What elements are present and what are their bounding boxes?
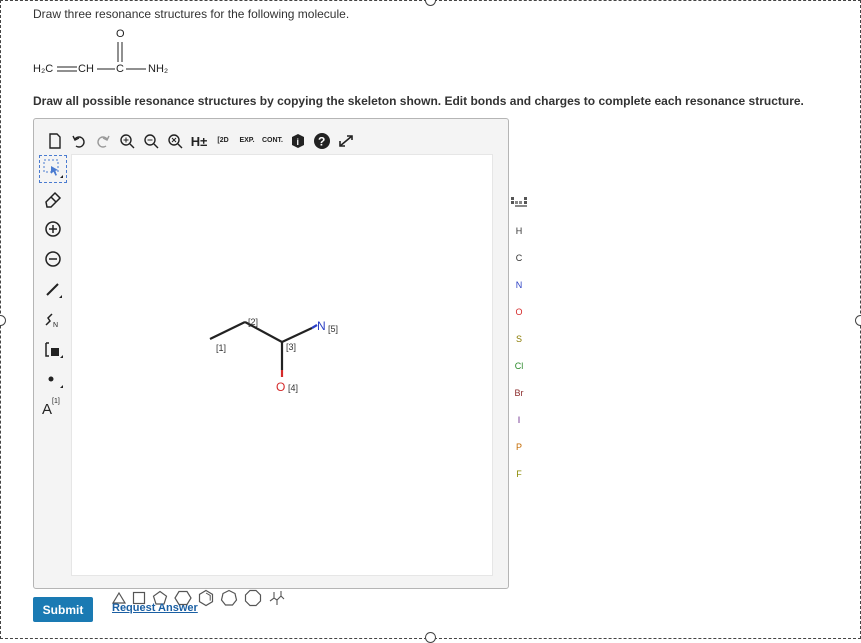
redo-icon[interactable]	[94, 130, 112, 152]
negative-charge-icon[interactable]	[40, 246, 66, 272]
svg-text:?: ?	[318, 135, 325, 149]
atom-button-br[interactable]: Br	[504, 380, 534, 407]
editor-toolbar: H± [2D EXP. CONT. i ?	[46, 129, 355, 153]
undo-icon[interactable]	[70, 130, 88, 152]
svg-text:i: i	[297, 137, 300, 147]
contract-label: CONT.	[262, 137, 283, 144]
select-tool-icon[interactable]	[39, 155, 67, 183]
cycloheptane-icon[interactable]	[220, 589, 238, 607]
nitrogen-atom[interactable]: N	[317, 319, 326, 333]
carbonyl-carbon: C	[116, 63, 124, 75]
oxygen-atom[interactable]: O	[276, 380, 285, 394]
contract-button[interactable]: CONT.	[262, 130, 283, 152]
svg-text:N: N	[53, 322, 58, 329]
chain-tool-icon[interactable]: N	[40, 306, 66, 332]
methylene-label: H₂C	[33, 63, 54, 75]
benzene-icon[interactable]	[198, 589, 214, 607]
expand-button[interactable]: EXP.	[238, 130, 256, 152]
positive-charge-icon[interactable]	[40, 216, 66, 242]
atom-button-cl[interactable]: Cl	[504, 353, 534, 380]
question-prompt: Draw three resonance structures for the …	[33, 7, 350, 21]
atom-button-f[interactable]: F	[504, 461, 534, 488]
submit-button[interactable]: Submit	[33, 597, 93, 622]
amine-label: NH₂	[148, 63, 169, 75]
chair-template-icon[interactable]	[268, 589, 286, 607]
bond-3-5-black[interactable]	[281, 327, 313, 343]
atom-index-3: [3]	[286, 342, 296, 352]
charge-tool-letter: A	[42, 401, 53, 418]
new-document-icon[interactable]	[46, 130, 64, 152]
atom-button-i[interactable]: I	[504, 407, 534, 434]
atom-button-p[interactable]: P	[504, 434, 534, 461]
structure-editor: H± [2D EXP. CONT. i ? N O [1] [2] [3] [4…	[33, 118, 527, 607]
atom-button-c[interactable]: C	[504, 245, 534, 272]
zoom-in-icon[interactable]	[118, 130, 136, 152]
eraser-icon[interactable]	[40, 186, 66, 212]
resize-handle-bottom[interactable]	[425, 632, 436, 643]
atom-button-h[interactable]: H	[504, 218, 534, 245]
skeleton-structure: N O [1] [2] [3] [4] [5]	[209, 317, 338, 394]
template-tool-icon[interactable]	[40, 336, 66, 362]
given-molecule: O H₂C CH C NH₂	[33, 28, 183, 84]
single-bond-icon[interactable]	[40, 276, 66, 302]
zoom-reset-icon[interactable]	[166, 130, 184, 152]
atom-charge-tool[interactable]: A [1]	[40, 396, 66, 422]
molecule-bonds	[57, 42, 146, 72]
clean-2d-button[interactable]: [2D	[214, 130, 232, 152]
resize-handle-right[interactable]	[855, 315, 861, 326]
drawing-canvas[interactable]: N O [1] [2] [3] [4] [5] H C N O S Cl Br I P F	[71, 154, 527, 607]
ch-label: CH	[77, 63, 95, 75]
info-icon[interactable]: i	[289, 130, 307, 152]
cyclooctane-icon[interactable]	[244, 589, 262, 607]
atom-index-4: [4]	[288, 383, 298, 393]
request-answer-link[interactable]: Request Answer	[112, 602, 198, 614]
fullscreen-icon[interactable]	[337, 130, 355, 152]
zoom-out-icon[interactable]	[142, 130, 160, 152]
atom-index-2: [2]	[248, 317, 258, 327]
atom-list: H C N O S Cl Br I P F	[504, 218, 534, 488]
atom-index-5: [5]	[328, 324, 338, 334]
periodic-table-icon[interactable]	[504, 191, 534, 218]
atom-button-o[interactable]: O	[504, 299, 534, 326]
expand-label: EXP.	[239, 137, 255, 144]
left-toolbar: N A [1]	[39, 155, 67, 426]
charge-tool-index: [1]	[52, 398, 60, 405]
clean-2d-label: [2D	[217, 137, 229, 144]
bond-1-2[interactable]	[209, 321, 246, 340]
help-icon[interactable]: ?	[313, 130, 331, 152]
atom-index-1: [1]	[216, 343, 226, 353]
atom-button-n[interactable]: N	[504, 272, 534, 299]
instruction-text: Draw all possible resonance structures b…	[33, 94, 804, 108]
atom-button-s[interactable]: S	[504, 326, 534, 353]
atom-palette: H C N O S Cl Br I P F	[504, 191, 534, 488]
radical-dot-icon[interactable]	[40, 366, 66, 392]
carbonyl-oxygen: O	[116, 28, 125, 40]
explicit-hydrogens-button[interactable]: H±	[190, 130, 208, 152]
